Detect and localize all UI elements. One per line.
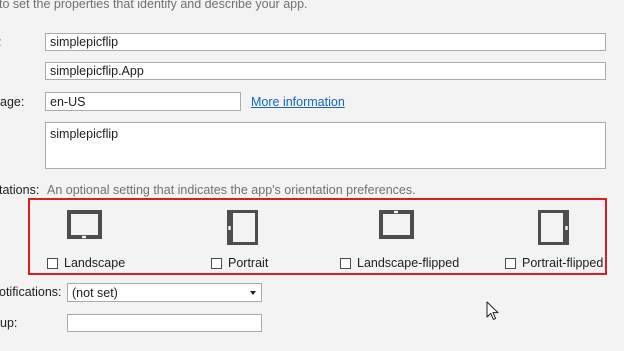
orientation-option-portrait-flipped: Portrait-flipped bbox=[505, 200, 605, 273]
supported-rotations-label: tations: bbox=[0, 183, 40, 197]
intro-description: to set the properties that identify and … bbox=[0, 0, 308, 11]
portrait-checkbox-box[interactable] bbox=[211, 257, 222, 269]
app-manifest-application-page: to set the properties that identify and … bbox=[0, 0, 624, 351]
display-name-input[interactable] bbox=[45, 33, 606, 51]
portrait-flipped-checkbox[interactable]: Portrait-flipped bbox=[505, 256, 603, 270]
lockscreen-input[interactable] bbox=[67, 314, 262, 332]
lockscreen-label: up: bbox=[0, 316, 18, 330]
landscape-checkbox-box[interactable] bbox=[47, 257, 58, 269]
notifications-dropdown[interactable]: (not set) bbox=[67, 283, 262, 302]
portrait-tablet-icon bbox=[227, 210, 258, 245]
portrait-checkbox-label: Portrait bbox=[228, 256, 269, 270]
entry-point-input[interactable] bbox=[45, 62, 606, 80]
supported-rotations-hint: An optional setting that indicates the a… bbox=[47, 183, 416, 197]
portrait-flipped-checkbox-label: Portrait-flipped bbox=[522, 256, 604, 270]
landscape-flipped-checkbox-label: Landscape-flipped bbox=[357, 256, 460, 270]
orientation-option-landscape-flipped: Landscape-flipped bbox=[340, 200, 470, 273]
default-language-label: age: bbox=[0, 95, 25, 109]
display-name-label: : bbox=[0, 35, 1, 49]
default-language-input[interactable] bbox=[45, 92, 241, 111]
notifications-label: otifications: bbox=[0, 285, 62, 299]
description-textarea[interactable]: simplepicflip bbox=[45, 122, 606, 169]
portrait-flipped-checkbox-box[interactable] bbox=[505, 257, 516, 269]
landscape-flipped-checkbox-box[interactable] bbox=[340, 257, 351, 269]
notifications-selected-value: (not set) bbox=[72, 286, 118, 300]
landscape-checkbox-label: Landscape bbox=[64, 256, 126, 270]
landscape-flipped-checkbox[interactable]: Landscape-flipped bbox=[340, 256, 459, 270]
landscape-flipped-tablet-icon bbox=[379, 210, 414, 239]
portrait-flipped-tablet-icon bbox=[538, 210, 569, 245]
orientation-option-landscape: Landscape bbox=[47, 200, 157, 273]
mouse-cursor-icon bbox=[486, 301, 499, 320]
landscape-tablet-icon bbox=[67, 210, 102, 239]
orientation-options-group: Landscape Portrait Landscape-flipped Por… bbox=[28, 198, 607, 275]
orientation-option-portrait: Portrait bbox=[211, 200, 291, 273]
chevron-down-icon[interactable] bbox=[250, 291, 256, 295]
portrait-checkbox[interactable]: Portrait bbox=[211, 256, 268, 270]
more-information-link[interactable]: More information bbox=[251, 95, 345, 109]
landscape-checkbox[interactable]: Landscape bbox=[47, 256, 125, 270]
